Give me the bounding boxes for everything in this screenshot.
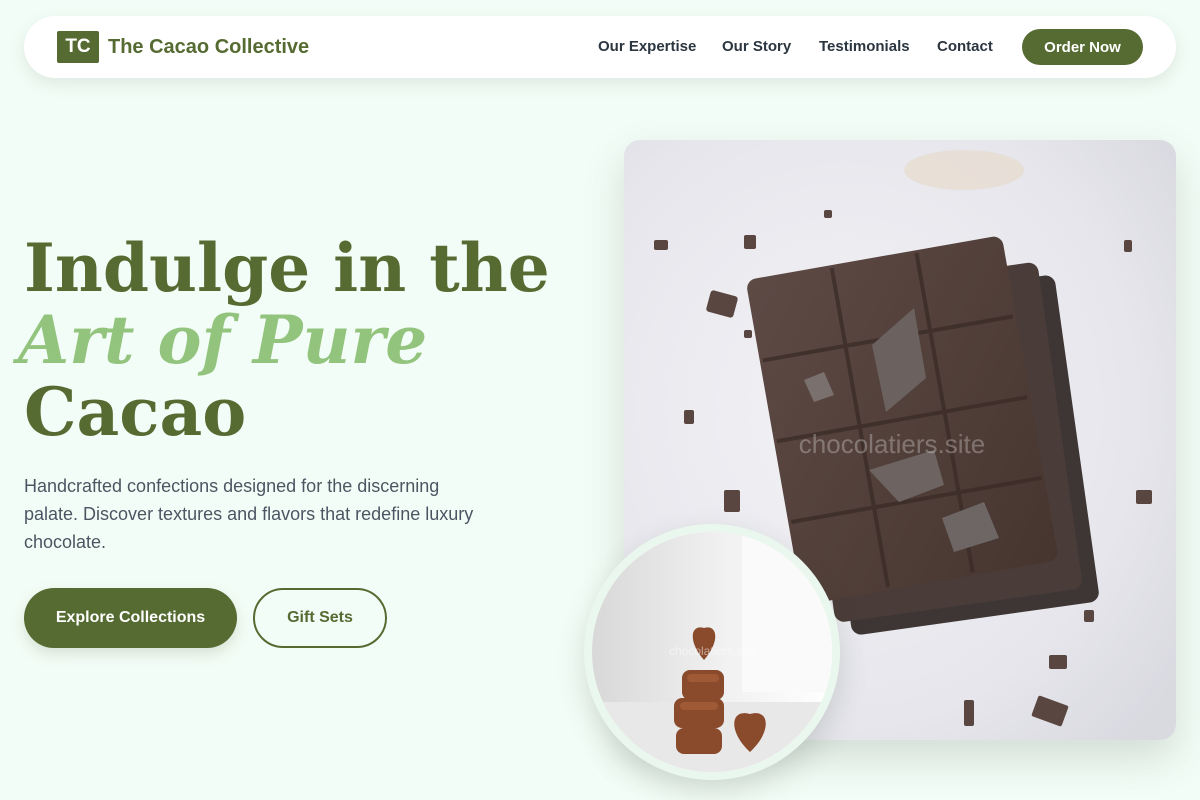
gift-sets-button[interactable]: Gift Sets: [253, 588, 387, 648]
hero-title-line-3: Cacao: [24, 373, 247, 451]
chocolate-hearts-photo: chocolatiers.site: [584, 524, 840, 780]
explore-collections-button[interactable]: Explore Collections: [24, 588, 237, 648]
nav-link-our-story[interactable]: Our Story: [722, 38, 791, 55]
logo-badge: TC: [57, 31, 99, 63]
nav-link-contact[interactable]: Contact: [937, 38, 993, 55]
brand-name: The Cacao Collective: [108, 35, 310, 58]
nav-link-our-expertise[interactable]: Our Expertise: [598, 38, 696, 55]
circle-watermark-text: chocolatiers.site: [669, 644, 755, 658]
hero-title-line-1: Indulge in the: [24, 229, 550, 307]
hero-title: Indulge in the Art of Pure Cacao: [18, 229, 550, 451]
chocolate-hearts-illustration: chocolatiers.site: [592, 532, 832, 772]
brand-logo[interactable]: TC The Cacao Collective: [57, 31, 309, 63]
watermark-text: chocolatiers.site: [799, 429, 985, 459]
nav-link-testimonials[interactable]: Testimonials: [819, 38, 910, 55]
top-navbar: TC The Cacao Collective Our Expertise Ou…: [24, 16, 1176, 78]
hero-description: Handcrafted confections designed for the…: [24, 476, 474, 552]
order-now-button[interactable]: Order Now: [1022, 29, 1143, 65]
hero-title-accent: Art of Pure: [18, 301, 428, 379]
